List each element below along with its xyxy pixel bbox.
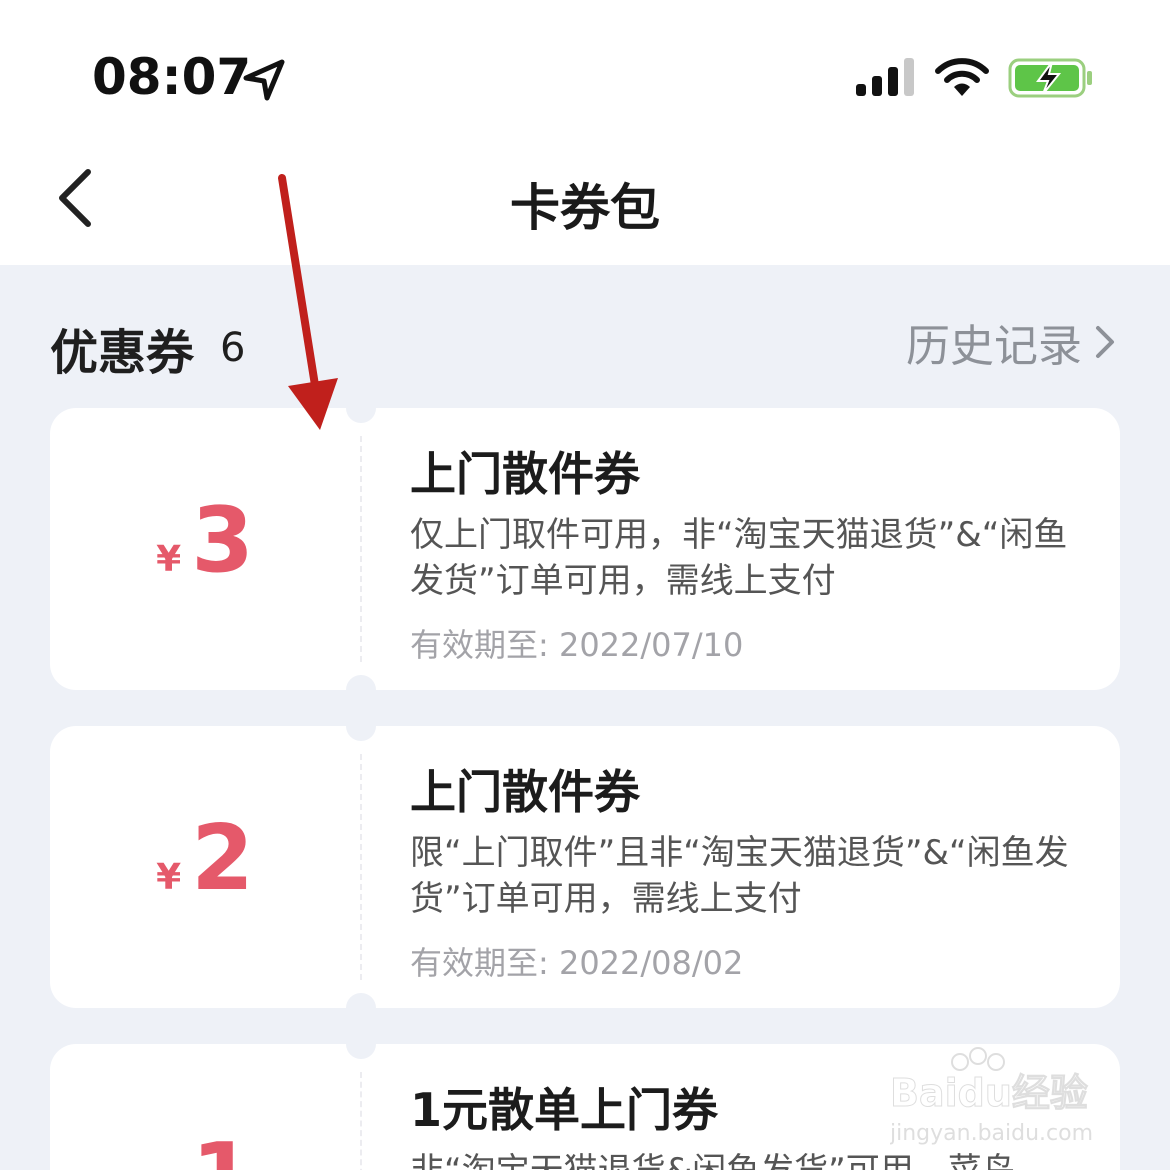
card-notch: [346, 1029, 376, 1059]
coupon-description: 仅上门取件可用，非“淘宝天猫退货”&“闲鱼发货”订单可用，需线上支付: [410, 515, 1068, 601]
card-notch: [346, 675, 376, 705]
page-title: 卡券包: [510, 179, 660, 237]
location-arrow-icon: [243, 59, 285, 101]
coupon-info: 上门散件券 仅上门取件可用，非“淘宝天猫退货”&“闲鱼发货”订单可用，需线上支付…: [410, 444, 1080, 666]
history-label: 历史记录: [906, 321, 1082, 372]
coupon-validity: 有效期至: 2022/07/10: [410, 626, 744, 664]
amount-value: 3: [191, 488, 254, 593]
annotation-arrow-icon: [278, 174, 338, 430]
card-notch: [346, 393, 376, 423]
coupon-validity: 有效期至: 2022/08/02: [410, 944, 744, 982]
coupon-count: 6: [220, 325, 246, 371]
coupon-amount: ¥ 1: [50, 1132, 360, 1170]
wifi-icon: [935, 58, 989, 96]
card-divider: [360, 436, 362, 662]
cellular-signal-icon: [856, 58, 914, 96]
watermark-url: jingyan.baidu.com: [890, 1121, 1093, 1146]
coupon-title: 上门散件券: [410, 765, 640, 819]
battery-charging-icon: [1008, 58, 1092, 98]
amount-value: 2: [191, 806, 254, 911]
status-time: 08:07: [92, 48, 252, 106]
chevron-right-icon: [1096, 326, 1114, 358]
card-notch: [346, 993, 376, 1023]
currency-symbol: ¥: [156, 857, 182, 898]
coupon-info: 上门散件券 限“上门取件”且非“淘宝天猫退货”&“闲鱼发货”订单可用，需线上支付…: [410, 762, 1080, 984]
currency-symbol: ¥: [156, 539, 182, 580]
header-area: 08:07 卡券包: [0, 0, 1170, 265]
history-link[interactable]: 历史记录: [906, 310, 1118, 374]
baidu-watermark-icon: Baidu经验 jingyan.baidu.com: [890, 1047, 1093, 1146]
coupon-card[interactable]: ¥ 3 上门散件券 仅上门取件可用，非“淘宝天猫退货”&“闲鱼发货”订单可用，需…: [50, 393, 1120, 705]
card-notch: [346, 711, 376, 741]
coupon-description: 限“上门取件”且非“淘宝天猫退货”&“闲鱼发货”订单可用，需线上支付: [410, 833, 1069, 919]
card-divider: [360, 1072, 362, 1170]
coupon-card[interactable]: ¥ 2 上门散件券 限“上门取件”且非“淘宝天猫退货”&“闲鱼发货”订单可用，需…: [50, 711, 1120, 1023]
amount-value: 1: [191, 1132, 254, 1170]
card-divider: [360, 754, 362, 980]
coupon-title: 上门散件券: [410, 447, 640, 501]
coupon-amount: ¥ 3: [50, 496, 360, 586]
watermark-brand: Baidu经验: [890, 1071, 1088, 1115]
coupon-amount: ¥ 2: [50, 814, 360, 904]
section-title: 优惠券: [50, 325, 195, 381]
